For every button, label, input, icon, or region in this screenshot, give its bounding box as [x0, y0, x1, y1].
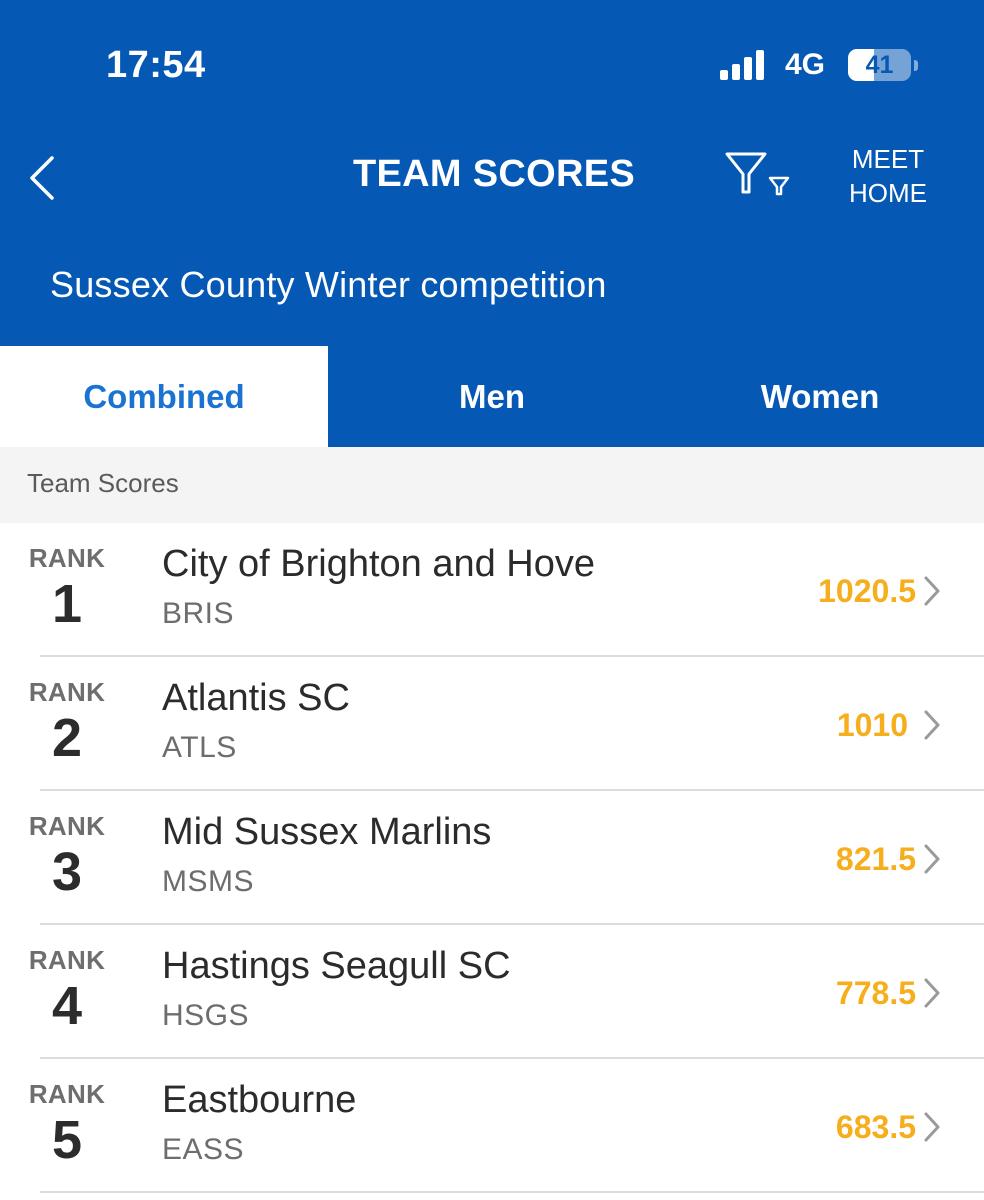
- rank-number: 4: [51, 976, 83, 1036]
- team-name: Mid Sussex Marlins: [162, 811, 492, 853]
- team-code: BRIS: [162, 597, 235, 630]
- chevron-right-icon: [924, 844, 940, 874]
- team-score: 1020.5: [818, 573, 916, 609]
- meet-home-label-line2: HOME: [849, 178, 927, 208]
- team-name: Eastbourne: [162, 1079, 357, 1121]
- row-divider: [40, 1191, 984, 1193]
- team-row[interactable]: RANK 4 Hastings Seagull SC HSGS 778.5: [0, 925, 984, 1059]
- team-row[interactable]: RANK 2 Atlantis SC ATLS 1010: [0, 657, 984, 791]
- status-time: 17:54: [106, 44, 206, 86]
- rank-number: 3: [51, 842, 83, 902]
- tab-women[interactable]: Women: [656, 346, 984, 447]
- battery-cap: [914, 60, 918, 71]
- team-score: 821.5: [835, 841, 916, 877]
- team-name: City of Brighton and Hove: [162, 543, 596, 585]
- app-header: 17:54 4G 41 TEAM SCORES MEET HOME Sussex…: [0, 0, 984, 346]
- tab-men[interactable]: Men: [328, 346, 656, 447]
- rank-label: RANK: [28, 677, 106, 707]
- battery-percentage: 41: [865, 51, 894, 79]
- rank-label: RANK: [28, 1079, 106, 1109]
- team-list: RANK 1 City of Brighton and Hove BRIS 10…: [0, 523, 984, 1193]
- signal-icon: [720, 50, 772, 80]
- meet-name: Sussex County Winter competition: [50, 264, 607, 305]
- team-score: 1010: [836, 707, 908, 743]
- team-score: 683.5: [835, 1109, 916, 1145]
- team-code: HSGS: [162, 999, 250, 1032]
- chevron-right-icon: [924, 576, 940, 606]
- battery-icon: 41: [848, 49, 911, 81]
- team-score: 778.5: [835, 975, 916, 1011]
- score-tabs: Combined Men Women: [0, 346, 984, 447]
- team-row[interactable]: RANK 5 Eastbourne EASS 683.5: [0, 1059, 984, 1193]
- team-code: MSMS: [162, 865, 254, 898]
- team-row[interactable]: RANK 3 Mid Sussex Marlins MSMS 821.5: [0, 791, 984, 925]
- team-code: EASS: [162, 1133, 245, 1166]
- chevron-right-icon: [924, 1112, 940, 1142]
- chevron-right-icon: [924, 978, 940, 1008]
- section-header: Team Scores: [0, 447, 984, 523]
- rank-number: 2: [51, 708, 83, 768]
- team-name: Atlantis SC: [162, 677, 350, 719]
- rank-label: RANK: [28, 945, 106, 975]
- team-row[interactable]: RANK 1 City of Brighton and Hove BRIS 10…: [0, 523, 984, 657]
- chevron-right-icon: [924, 710, 940, 740]
- rank-label: RANK: [28, 811, 106, 841]
- rank-label: RANK: [28, 543, 106, 573]
- rank-number: 1: [51, 574, 83, 634]
- team-code: ATLS: [162, 731, 237, 764]
- rank-number: 5: [51, 1110, 83, 1170]
- meet-home-button[interactable]: MEET HOME: [838, 142, 938, 210]
- network-type: 4G: [785, 48, 826, 81]
- page-title: TEAM SCORES: [353, 153, 635, 195]
- chevron-left-icon[interactable]: [24, 152, 60, 204]
- tab-combined[interactable]: Combined: [0, 346, 328, 447]
- filter-icon[interactable]: [724, 150, 794, 200]
- team-name: Hastings Seagull SC: [162, 945, 511, 987]
- meet-home-label-line1: MEET: [851, 144, 925, 174]
